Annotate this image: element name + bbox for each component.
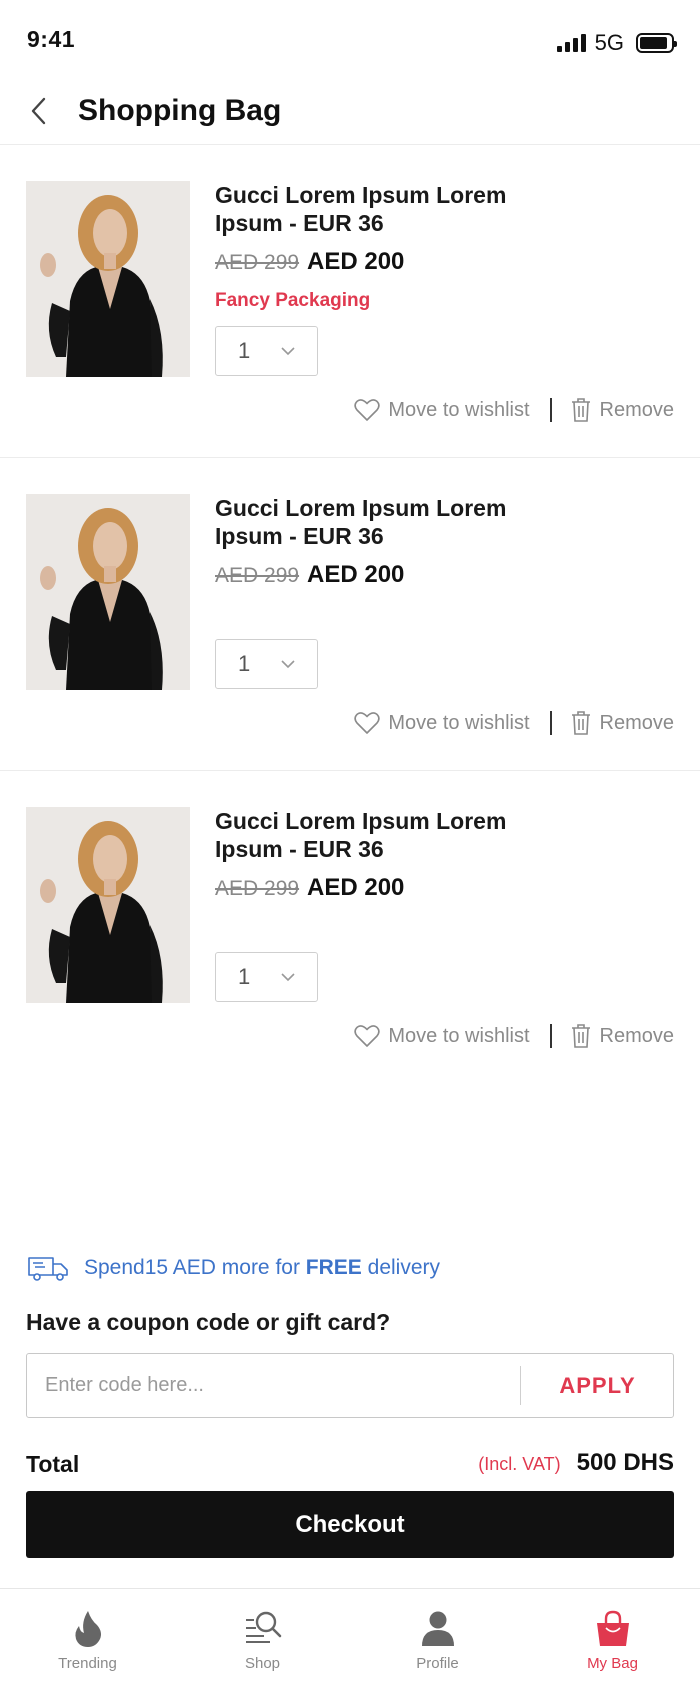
sale-price: AED 200 <box>307 561 405 588</box>
wishlist-label: Move to wishlist <box>388 1024 530 1047</box>
heart-icon <box>354 399 381 421</box>
quantity-select[interactable]: 1 <box>215 639 318 689</box>
flame-icon <box>74 1611 101 1647</box>
original-price: AED 299 <box>215 877 300 900</box>
sale-price: AED 200 <box>307 874 405 901</box>
trash-icon <box>571 711 590 735</box>
chevron-left-icon <box>31 97 46 125</box>
vat-note: (Incl. VAT) <box>478 1454 561 1474</box>
checkout-button[interactable]: Checkout <box>26 1491 674 1558</box>
tab-profile[interactable]: Profile <box>350 1589 525 1681</box>
chevron-down-icon <box>281 347 295 356</box>
search-list-icon <box>245 1611 281 1643</box>
packaging-tag: Fancy Packaging <box>215 290 371 311</box>
coupon-code-input[interactable] <box>45 1354 525 1417</box>
heart-icon <box>354 1025 381 1047</box>
apply-coupon-button[interactable]: APPLY <box>521 1354 674 1417</box>
product-name[interactable]: Gucci Lorem Ipsum Lorem Ipsum - EUR 36 <box>215 181 535 237</box>
original-price: AED 299 <box>215 564 300 587</box>
original-price: AED 299 <box>215 251 300 274</box>
product-image[interactable] <box>26 807 190 1003</box>
status-bar: 9:41 5G <box>0 0 700 80</box>
delivery-truck-icon <box>28 1257 68 1281</box>
coupon-box: APPLY <box>26 1353 674 1418</box>
chevron-down-icon <box>281 973 295 982</box>
chevron-down-icon <box>281 660 295 669</box>
tab-label: My Bag <box>587 1655 638 1672</box>
remove-button[interactable]: Remove <box>570 397 674 423</box>
free-delivery-promo: Spend15 AED more for FREE delivery <box>26 1254 440 1282</box>
signal-icon <box>556 34 586 52</box>
network-type: 5G <box>594 30 624 55</box>
total-label: Total <box>26 1451 80 1477</box>
item-actions: Move to wishlist Remove <box>354 395 674 425</box>
tab-my-bag[interactable]: My Bag <box>525 1589 700 1681</box>
action-divider <box>549 1024 552 1048</box>
tab-label: Trending <box>58 1655 117 1672</box>
back-button[interactable] <box>22 94 56 128</box>
bag-item: Gucci Lorem Ipsum Lorem Ipsum - EUR 36 A… <box>0 771 700 1084</box>
move-to-wishlist-button[interactable]: Move to wishlist <box>354 1024 530 1048</box>
quantity-value: 1 <box>238 964 251 989</box>
trash-icon <box>571 1024 590 1048</box>
bag-item: Gucci Lorem Ipsum Lorem Ipsum - EUR 36 A… <box>0 145 700 458</box>
battery-icon <box>636 33 677 53</box>
action-divider <box>549 711 552 735</box>
shopping-bag-icon <box>596 1610 629 1646</box>
remove-button[interactable]: Remove <box>570 1023 674 1049</box>
action-divider <box>549 398 552 422</box>
heart-icon <box>354 712 381 734</box>
status-indicators: 5G <box>556 30 677 56</box>
wishlist-label: Move to wishlist <box>388 398 530 421</box>
remove-label: Remove <box>599 398 674 421</box>
status-time: 9:41 <box>27 26 76 52</box>
product-name[interactable]: Gucci Lorem Ipsum Lorem Ipsum - EUR 36 <box>215 494 535 550</box>
remove-button[interactable]: Remove <box>570 710 674 736</box>
move-to-wishlist-button[interactable]: Move to wishlist <box>354 398 530 422</box>
quantity-select[interactable]: 1 <box>215 952 318 1002</box>
total-value: 500 DHS <box>576 1449 674 1476</box>
tab-label: Shop <box>244 1655 281 1672</box>
remove-label: Remove <box>599 711 674 734</box>
tab-bar: Trending Shop Profile My Bag <box>0 1588 700 1681</box>
move-to-wishlist-button[interactable]: Move to wishlist <box>354 711 530 735</box>
quantity-select[interactable]: 1 <box>215 326 318 376</box>
product-image[interactable] <box>26 494 190 690</box>
quantity-value: 1 <box>238 338 251 363</box>
item-actions: Move to wishlist Remove <box>354 1021 674 1051</box>
tab-shop[interactable]: Shop <box>175 1589 350 1681</box>
quantity-value: 1 <box>238 651 251 676</box>
tab-label: Profile <box>416 1655 459 1672</box>
coupon-label: Have a coupon code or gift card? <box>26 1309 391 1335</box>
product-name[interactable]: Gucci Lorem Ipsum Lorem Ipsum - EUR 36 <box>215 807 535 863</box>
header: Shopping Bag <box>0 80 700 145</box>
remove-label: Remove <box>599 1024 674 1047</box>
sale-price: AED 200 <box>307 248 405 275</box>
item-actions: Move to wishlist Remove <box>354 708 674 738</box>
total-row: Total (Incl. VAT) 500 DHS <box>26 1449 674 1479</box>
promo-text: Spend15 AED more for FREE delivery <box>84 1256 441 1279</box>
total-amount: (Incl. VAT) 500 DHS <box>478 1449 674 1477</box>
trash-icon <box>571 398 590 422</box>
product-image[interactable] <box>26 181 190 377</box>
wishlist-label: Move to wishlist <box>388 711 530 734</box>
person-icon <box>421 1611 454 1646</box>
bag-item: Gucci Lorem Ipsum Lorem Ipsum - EUR 36 A… <box>0 458 700 771</box>
tab-trending[interactable]: Trending <box>0 1589 175 1681</box>
page-title: Shopping Bag <box>78 94 282 127</box>
